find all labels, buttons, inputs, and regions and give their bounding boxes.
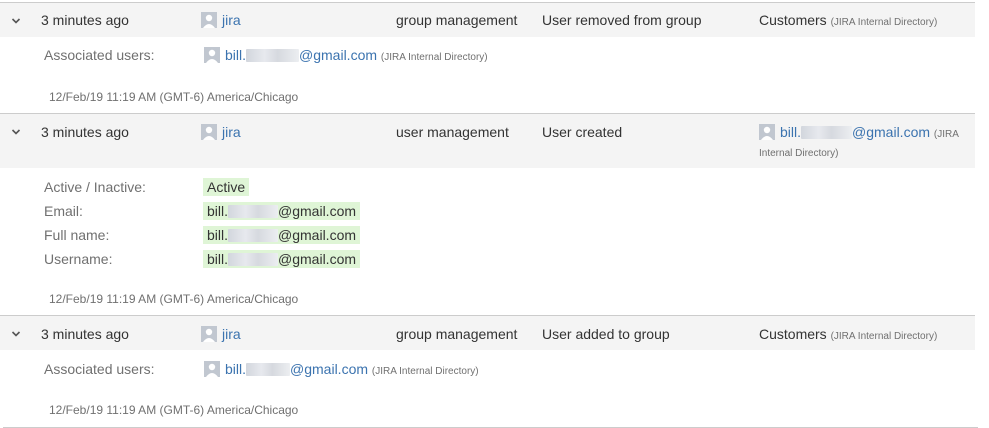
redacted-blur [228,205,279,218]
field-label: Email: [44,203,83,219]
user-avatar-icon [204,47,220,63]
entry-category: user management [396,124,509,140]
chevron-down-icon[interactable] [10,15,22,27]
entry-time: 3 minutes ago [41,12,129,28]
redacted-blur [246,49,300,62]
associated-users-label: Associated users: [44,47,155,63]
author-link[interactable]: jira [222,124,241,140]
entry-timestamp: 12/Feb/19 11:19 AM (GMT-6) America/Chica… [49,403,299,417]
entry-timestamp: 12/Feb/19 11:19 AM (GMT-6) America/Chica… [49,90,299,104]
chevron-down-icon[interactable] [10,126,22,138]
entry-summary: User removed from group [542,12,702,28]
user-avatar-icon [201,12,217,28]
field-label: Active / Inactive: [44,179,146,195]
redacted-blur [228,253,279,266]
entry-category: group management [396,12,518,28]
object-directory: Internal Directory) [759,148,839,159]
user-avatar-icon [204,361,220,377]
user-avatar-icon [759,124,775,140]
author-link[interactable]: jira [222,12,241,28]
object-directory: (JIRA Internal Directory) [830,331,938,342]
entry-summary: User added to group [542,326,670,342]
entry-timestamp: 12/Feb/19 11:19 AM (GMT-6) America/Chica… [49,292,299,306]
field-value-email: bill. @gmail.com [203,202,361,220]
associated-users-label: Associated users: [44,361,155,377]
entry-summary: User created [542,124,623,140]
redacted-blur [801,126,853,139]
object-directory: (JIRA Internal Directory) [830,17,938,28]
field-label: Username: [44,251,113,267]
object-name: Customers (JIRA Internal Directory) [759,326,938,342]
field-value-username: bill. @gmail.com [203,250,361,268]
author-link[interactable]: jira [222,326,241,342]
redacted-blur [228,229,279,242]
object-name: Customers (JIRA Internal Directory) [759,12,938,28]
entry-header-row[interactable]: 3 minutes ago jira group management User… [0,2,975,37]
field-value-active: Active [203,178,250,196]
object-user-link[interactable]: bill. @gmail.com (JIRA [780,124,959,140]
chevron-down-icon[interactable] [10,328,22,340]
entry-time: 3 minutes ago [41,326,129,342]
field-value-full-name: bill. @gmail.com [203,226,361,244]
entry-time: 3 minutes ago [41,124,129,140]
associated-user[interactable]: bill. @gmail.com (JIRA Internal Directory… [225,361,479,377]
associated-user[interactable]: bill. @gmail.com (JIRA Internal Directory… [225,47,488,63]
entry-header-row[interactable]: 3 minutes ago jira group management User… [0,315,975,350]
entry-header-row[interactable]: 3 minutes ago jira user management User … [0,113,975,168]
redacted-blur [246,363,291,376]
entry-category: group management [396,326,518,342]
user-avatar-icon [201,326,217,342]
field-label: Full name: [44,227,110,243]
user-avatar-icon [201,124,217,140]
